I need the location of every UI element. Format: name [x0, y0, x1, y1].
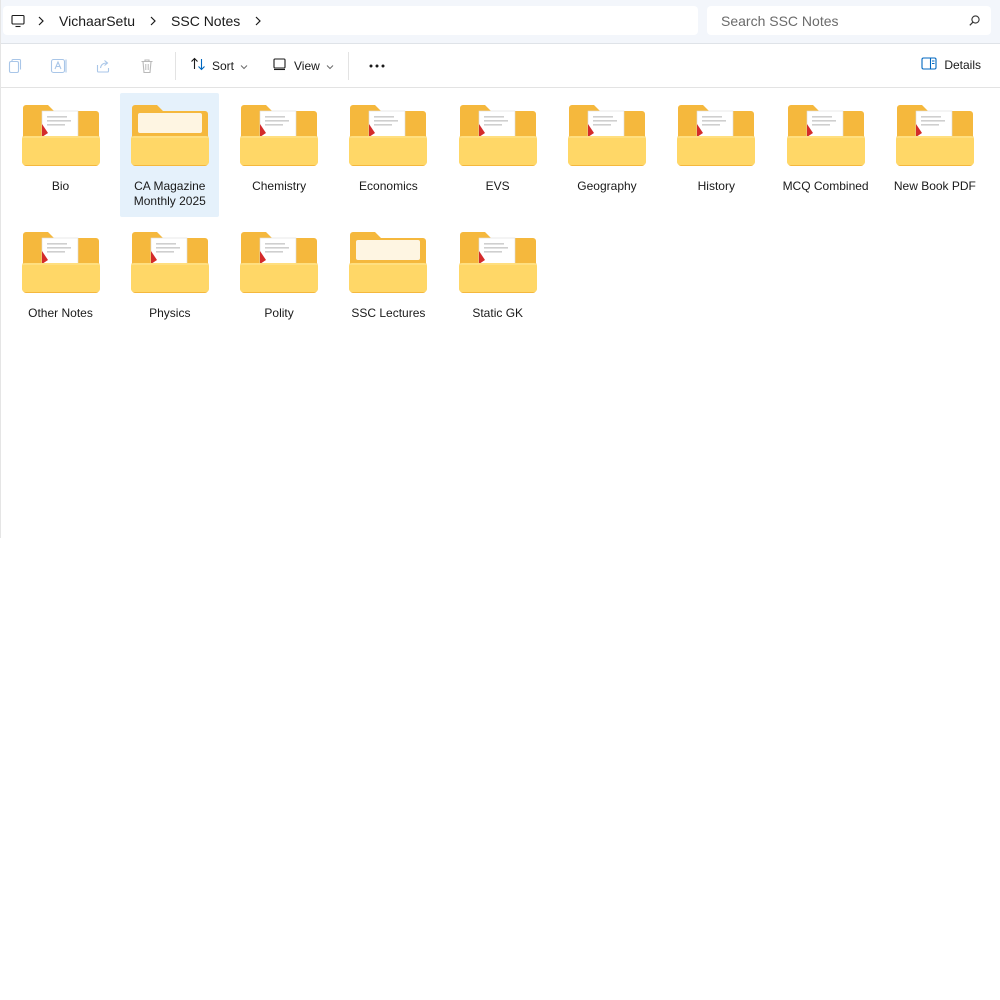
view-button[interactable]: View [264, 51, 342, 81]
folder-item[interactable]: MCQ Combined [776, 93, 875, 217]
folder-name: Geography [577, 179, 637, 193]
folder-with-documents-icon [567, 105, 646, 166]
folder-with-documents-icon [130, 232, 209, 293]
folder-item[interactable]: CA Magazine Monthly 2025 [120, 93, 220, 217]
chevron-right-icon[interactable] [139, 16, 167, 26]
folder-item[interactable]: Other Notes [11, 220, 110, 344]
folder-with-documents-icon [458, 105, 537, 166]
folder-with-documents-icon [458, 232, 537, 293]
folder-name: New Book PDF [893, 179, 976, 193]
sort-label: Sort [212, 58, 235, 73]
rename-icon[interactable] [43, 51, 75, 81]
folder-item[interactable]: Economics [339, 93, 438, 217]
toolbar-divider [175, 51, 176, 80]
sort-button[interactable]: Sort [182, 51, 256, 81]
folder-item[interactable]: EVS [448, 93, 547, 217]
folder-with-documents-icon [21, 232, 100, 293]
folder-name: Chemistry [252, 179, 307, 193]
command-bar: Sort View Details [1, 44, 1000, 88]
search-input[interactable] [719, 11, 959, 30]
chevron-down-icon [326, 59, 334, 73]
view-label: View [294, 58, 320, 73]
delete-icon[interactable] [131, 51, 163, 81]
folder-with-documents-icon [349, 105, 428, 166]
search-icon[interactable] [968, 14, 981, 27]
breadcrumb-item-vichaarsetu[interactable]: VichaarSetu [55, 11, 139, 31]
chevron-down-icon [240, 59, 248, 73]
folder-name: Polity [264, 306, 294, 320]
folder-item[interactable]: Static GK [448, 220, 547, 344]
folder-name: Physics [149, 306, 191, 320]
file-explorer-window: VichaarSetu SSC Notes Search SSC Notes S… [0, 0, 1000, 538]
folder-item[interactable]: History [667, 93, 766, 217]
search-box[interactable] [707, 6, 991, 35]
folder-name: SSC Lectures [351, 306, 426, 320]
folder-with-documents-icon [240, 105, 319, 166]
file-list-pane: Bio CA Magazine Monthly 2025 Chemistry E… [11, 93, 991, 344]
folder-with-documents-icon [240, 232, 319, 293]
folder-name: EVS [485, 179, 510, 193]
folder-grid: Bio CA Magazine Monthly 2025 Chemistry E… [11, 93, 991, 344]
folder-name: Static GK [472, 306, 524, 320]
folder-name: Economics [359, 179, 418, 193]
chevron-right-icon[interactable] [244, 16, 272, 26]
share-icon[interactable] [87, 51, 119, 81]
folder-with-documents-icon [677, 105, 756, 166]
breadcrumb[interactable]: VichaarSetu SSC Notes [3, 6, 698, 35]
folder-item[interactable]: Chemistry [230, 93, 329, 217]
view-icon [272, 57, 288, 74]
toolbar-divider [347, 51, 349, 80]
more-options-button[interactable] [361, 51, 393, 81]
folder-name: Bio [51, 179, 70, 193]
folder-icon [349, 232, 428, 293]
this-pc-icon[interactable] [11, 13, 27, 29]
details-pane-icon [921, 57, 937, 73]
folder-with-documents-icon [895, 105, 974, 166]
folder-item[interactable]: Polity [230, 220, 329, 344]
folder-name: History [697, 179, 735, 193]
folder-with-documents-icon [786, 105, 865, 166]
folder-icon [130, 105, 209, 166]
folder-item[interactable]: Geography [557, 93, 656, 217]
folder-name: MCQ Combined [782, 179, 869, 193]
folder-name: CA Magazine Monthly 2025 [133, 179, 206, 208]
sort-icon [190, 56, 206, 75]
folder-name: Other Notes [28, 306, 93, 320]
folder-with-documents-icon [21, 105, 100, 166]
folder-item[interactable]: Physics [120, 220, 219, 344]
breadcrumb-item-ssc-notes[interactable]: SSC Notes [167, 11, 244, 31]
details-label: Details [944, 58, 981, 72]
folder-item[interactable]: SSC Lectures [339, 220, 438, 344]
folder-item[interactable]: Bio [11, 93, 110, 217]
folder-item[interactable]: New Book PDF [885, 93, 984, 217]
address-bar-row: VichaarSetu SSC Notes [1, 0, 1000, 44]
copy-icon[interactable] [0, 51, 31, 81]
details-button[interactable]: Details [921, 50, 981, 80]
more-icon [369, 64, 385, 67]
chevron-right-icon[interactable] [27, 16, 55, 26]
